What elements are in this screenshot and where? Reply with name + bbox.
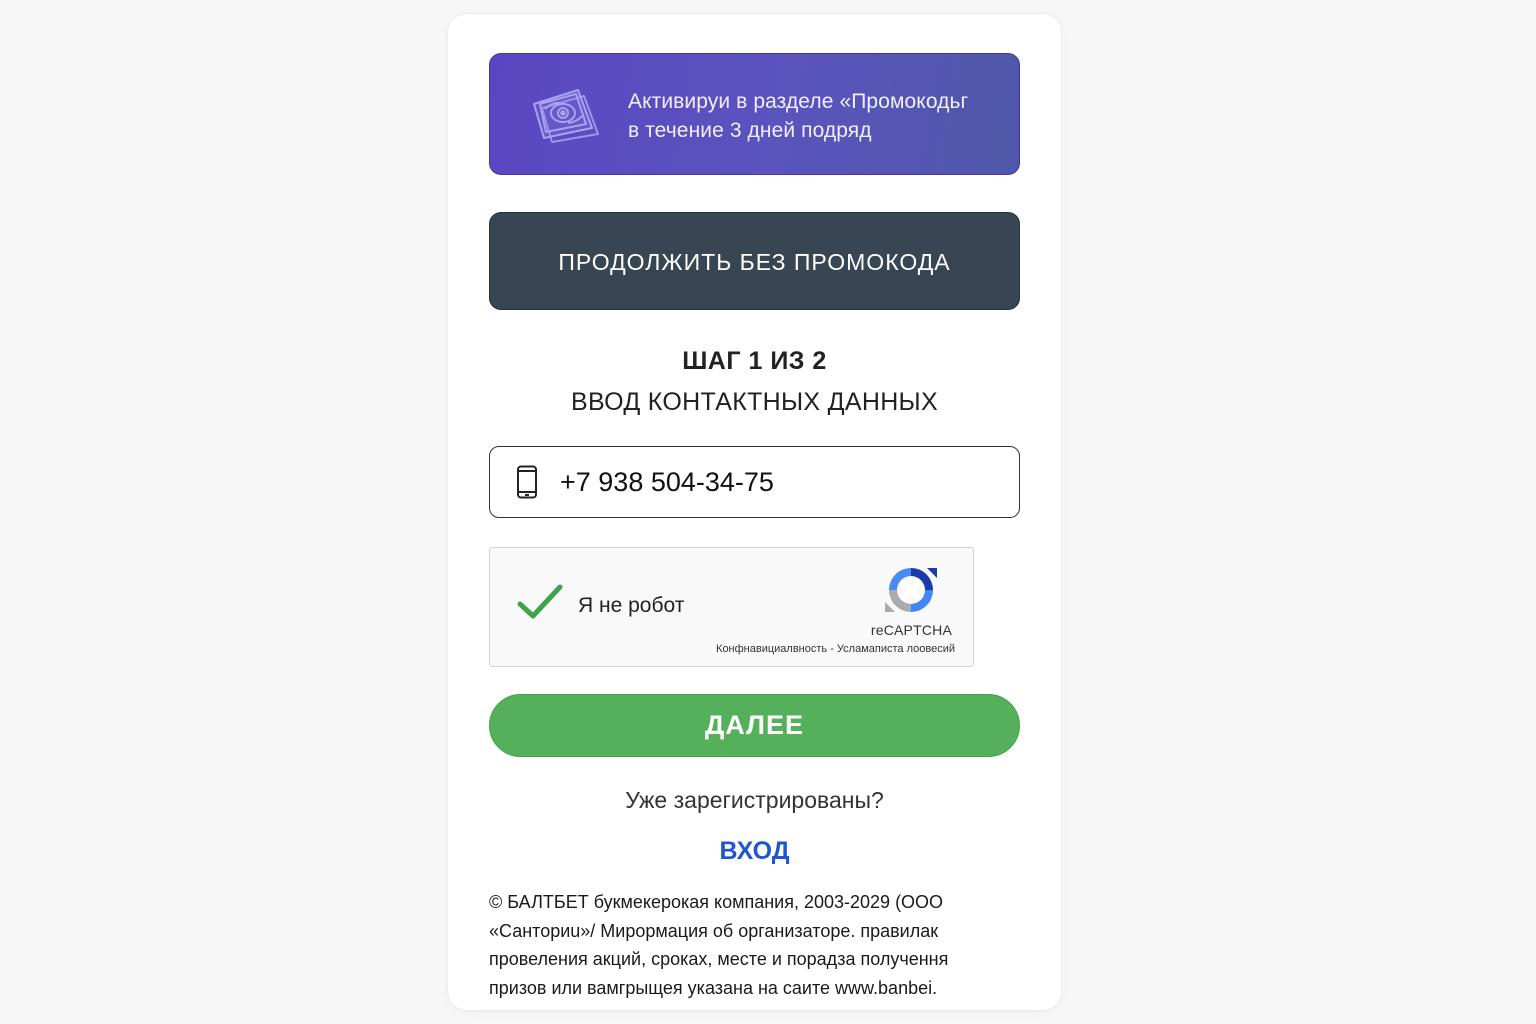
step-subtitle: ВВОД КОНТАКТНЫХ ДАННЫХ <box>571 388 938 416</box>
login-link[interactable]: ВХОД <box>489 837 1020 866</box>
footer-line: «Санториu»/ Мирормация об организаторе. … <box>489 920 939 941</box>
captcha-label: Я не робот <box>578 594 685 617</box>
already-registered-text: Уже зарегистрированы? <box>625 787 884 813</box>
captcha-brand: reCAPTCHA <box>870 622 952 638</box>
footer-line: призов или вамгрыщея указана на саите ww… <box>489 977 938 998</box>
next-button[interactable]: ДАЛЕЕ <box>489 694 1020 757</box>
footer-line: провеления акций, сроках, месте и порадз… <box>489 949 949 969</box>
continue-without-promo-button[interactable]: ПРОДОЛЖИТЬ БЕЗ ПРОМОКОДА <box>489 212 1020 310</box>
footer-legal-text: © БАЛТБЕТ букмекерокая компания, 2003-20… <box>489 888 1020 1002</box>
money-icon <box>533 89 599 143</box>
promo-text: Активируи в разделе «Промокодьг в течени… <box>628 87 968 145</box>
phone-icon <box>517 465 537 499</box>
recaptcha-logo-icon <box>885 568 937 612</box>
footer-line: © БАЛТБЕТ букмекерокая компания, 2003-20… <box>489 892 944 912</box>
captcha-privacy-terms-links[interactable]: Конфнавициалвность - Усламаписта лоовеси… <box>716 643 955 655</box>
checkmark-icon[interactable] <box>516 582 564 622</box>
promo-banner[interactable]: Активируи в разделе «Промокодьг в течени… <box>489 53 1020 175</box>
phone-input[interactable] <box>560 461 990 503</box>
phone-field[interactable] <box>489 446 1020 518</box>
step-indicator: ШАГ 1 ИЗ 2 <box>682 347 827 375</box>
recaptcha-widget: Я не робот reCAPTCHA Конфнавициалвность … <box>489 547 974 667</box>
promo-line-2: в течение 3 дней подряд <box>628 119 872 142</box>
promo-line-1: Активируи в разделе «Промокодьг <box>628 90 969 113</box>
